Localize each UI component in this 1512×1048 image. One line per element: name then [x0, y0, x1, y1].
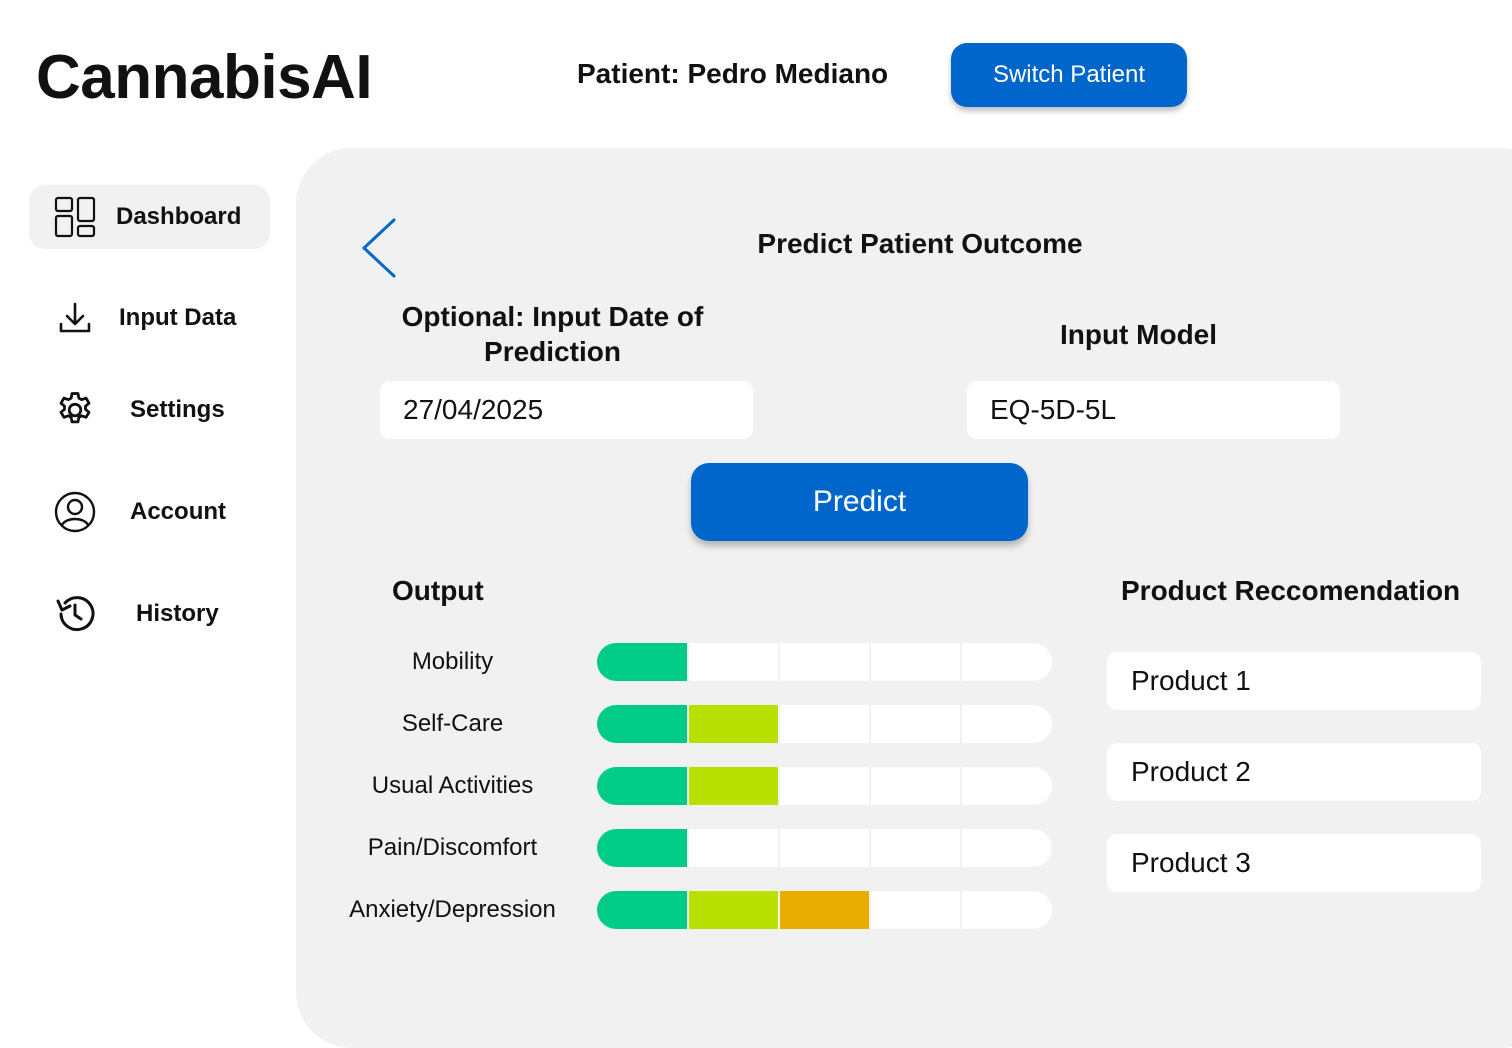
segment-divider: [869, 643, 871, 681]
page-title: Predict Patient Outcome: [757, 228, 1083, 259]
segment-divider: [960, 767, 962, 805]
date-label: Optional: Input Date of Prediction: [401, 301, 704, 367]
segment-divider: [960, 705, 962, 743]
output-dimension-label: Mobility: [411, 648, 494, 675]
sidebar-item-label: Input Data: [119, 304, 237, 331]
severity-bar: [597, 643, 1052, 681]
product-card[interactable]: Product 2: [1107, 743, 1481, 801]
back-button[interactable]: [358, 216, 402, 280]
gear-icon: [53, 388, 97, 432]
sidebar-item-input-data[interactable]: Input Data: [29, 286, 270, 350]
output-dimension-label: Pain/Discomfort: [367, 834, 538, 861]
severity-segment: [688, 705, 779, 743]
segment-divider: [869, 891, 871, 929]
chevron-left-icon: [362, 218, 396, 278]
output-title: Output: [392, 575, 484, 606]
sidebar-item-history[interactable]: History: [29, 582, 270, 646]
segment-divider: [778, 829, 780, 867]
sidebar-item-dashboard[interactable]: Dashboard: [29, 185, 270, 249]
severity-segment: [597, 829, 688, 867]
output-dimension-label: Self-Care: [401, 710, 504, 737]
segment-divider: [778, 705, 780, 743]
output-dimension-label: Usual Activities: [371, 772, 534, 799]
severity-bar: [597, 891, 1052, 929]
segment-divider: [687, 705, 689, 743]
segment-divider: [778, 891, 780, 929]
model-label: Input Model: [1059, 319, 1218, 350]
segment-divider: [778, 643, 780, 681]
severity-segment: [597, 767, 688, 805]
sidebar-item-label: Settings: [130, 396, 225, 423]
severity-segment: [688, 767, 779, 805]
severity-segment: [597, 705, 688, 743]
severity-bar: [597, 829, 1052, 867]
patient-label: Patient: Pedro Mediano: [577, 58, 889, 89]
segment-divider: [960, 643, 962, 681]
segment-divider: [687, 643, 689, 681]
segment-divider: [960, 891, 962, 929]
history-icon: [53, 592, 97, 636]
segment-divider: [869, 705, 871, 743]
severity-segment: [779, 891, 870, 929]
severity-bar: [597, 767, 1052, 805]
sidebar-item-label: History: [136, 600, 219, 627]
segment-divider: [687, 891, 689, 929]
segment-divider: [687, 767, 689, 805]
predict-button[interactable]: Predict: [691, 463, 1028, 541]
user-icon: [53, 490, 97, 534]
segment-divider: [869, 767, 871, 805]
sidebar-item-label: Account: [130, 498, 226, 525]
severity-bar: [597, 705, 1052, 743]
sidebar-item-account[interactable]: Account: [29, 480, 270, 544]
segment-divider: [869, 829, 871, 867]
output-dimension-label: Anxiety/Depression: [349, 896, 556, 923]
segment-divider: [687, 829, 689, 867]
product-card[interactable]: Product 1: [1107, 652, 1481, 710]
model-select[interactable]: EQ-5D-5L: [967, 381, 1340, 439]
severity-segment: [597, 891, 688, 929]
recommendation-title: Product Reccomendation: [1121, 575, 1461, 606]
switch-patient-button[interactable]: Switch Patient: [951, 43, 1187, 107]
segment-divider: [960, 829, 962, 867]
download-icon: [53, 296, 97, 340]
date-input[interactable]: 27/04/2025: [380, 381, 753, 439]
app-title: CannabisAI: [36, 43, 373, 112]
severity-segment: [688, 891, 779, 929]
sidebar-item-settings[interactable]: Settings: [29, 378, 270, 442]
segment-divider: [778, 767, 780, 805]
product-card[interactable]: Product 3: [1107, 834, 1481, 892]
severity-segment: [597, 643, 688, 681]
dashboard-icon: [53, 195, 97, 239]
sidebar-item-label: Dashboard: [116, 203, 242, 230]
